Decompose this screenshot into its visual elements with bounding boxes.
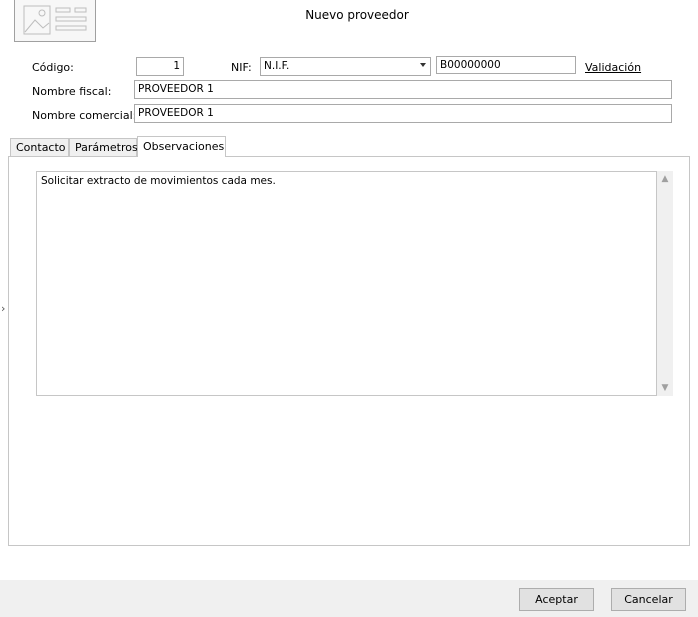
validacion-link[interactable]: Validación <box>585 61 641 74</box>
window-title: Nuevo proveedor <box>305 8 409 22</box>
accept-button[interactable]: Aceptar <box>519 588 594 611</box>
nif-type-select[interactable]: N.I.F. <box>260 57 431 76</box>
tab-observaciones[interactable]: Observaciones <box>137 136 226 157</box>
chevron-down-icon[interactable]: ▼ <box>657 380 673 396</box>
chevron-right-icon[interactable]: › <box>1 302 5 315</box>
nombre-fiscal-input[interactable]: PROVEEDOR 1 <box>134 80 672 99</box>
codigo-input[interactable]: 1 <box>136 57 184 76</box>
nombre-comercial-label: Nombre comercial: <box>32 109 137 122</box>
nif-type-value: N.I.F. <box>264 60 290 72</box>
nif-label: NIF: <box>231 61 252 74</box>
nif-input[interactable]: B00000000 <box>436 56 576 74</box>
cancel-button[interactable]: Cancelar <box>611 588 686 611</box>
nombre-comercial-input[interactable]: PROVEEDOR 1 <box>134 104 672 123</box>
chevron-down-icon <box>420 63 426 67</box>
tab-parametros[interactable]: Parámetros <box>69 138 138 157</box>
tab-contacto[interactable]: Contacto <box>10 138 69 157</box>
observaciones-textarea[interactable]: Solicitar extracto de movimientos cada m… <box>36 171 657 396</box>
vertical-scrollbar[interactable]: ▲ ▼ <box>657 171 673 396</box>
nombre-fiscal-label: Nombre fiscal: <box>32 85 112 98</box>
codigo-label: Código: <box>32 61 74 74</box>
chevron-up-icon[interactable]: ▲ <box>657 171 673 187</box>
